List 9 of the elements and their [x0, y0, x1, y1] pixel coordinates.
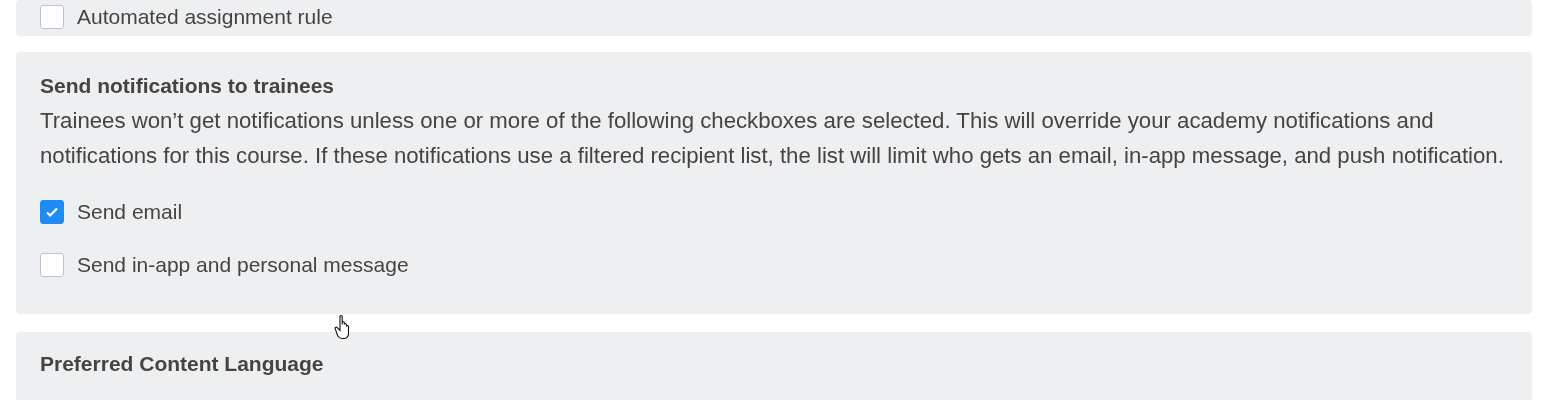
- checkbox-label: Send email: [77, 199, 183, 224]
- checkbox[interactable]: [40, 5, 64, 29]
- checkbox[interactable]: [40, 252, 64, 277]
- section-title: Preferred Content Language: [40, 350, 325, 377]
- checkbox[interactable]: [40, 199, 64, 224]
- checkbox-label: Send in-app and personal message: [77, 252, 409, 277]
- checkbox-label: Automated assignment rule: [77, 5, 333, 29]
- section-description: Trainees won’t get notifications unless one or more of the following checkboxes are selected. This will override your academy notifications and notifications for this course. If these notifications use a filtered recipient list, the list will limit who gets an email, in-app message, and push notification.: [40, 107, 1505, 170]
- section-title: Send notifications to trainees: [40, 73, 336, 99]
